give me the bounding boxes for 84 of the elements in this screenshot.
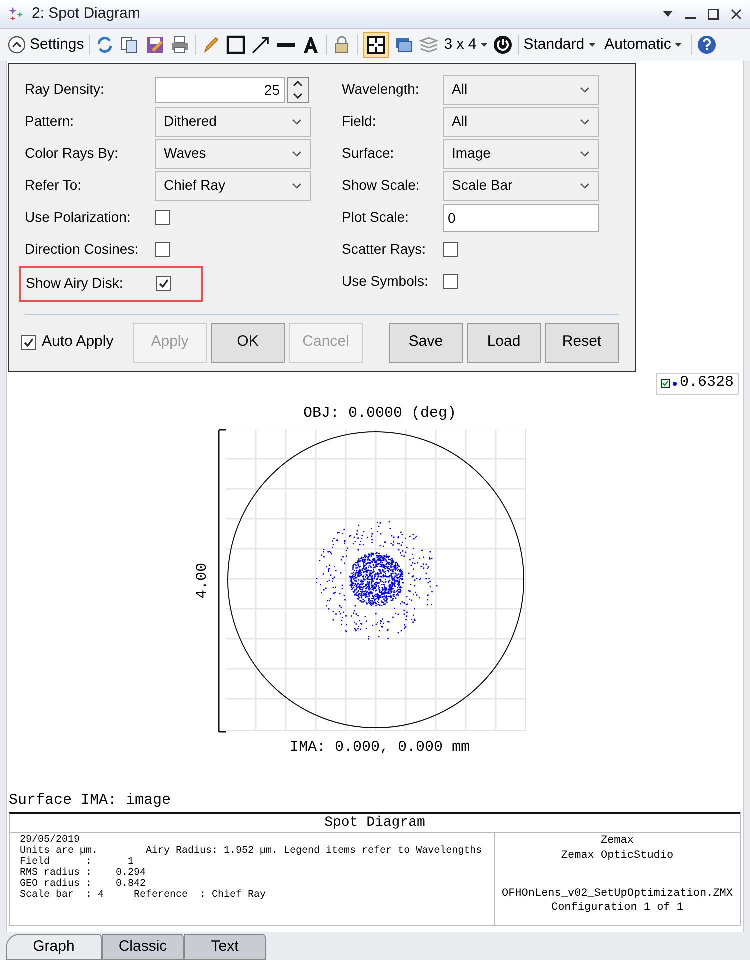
info-line: 29/05/2019 [20,835,82,846]
chevron-down-icon [580,118,590,124]
help-icon[interactable] [697,34,718,55]
dropdown[interactable]: Chief Ray [155,170,311,200]
dialog-button[interactable]: Reset [545,322,619,362]
caret-icon [675,42,682,47]
dropdown[interactable]: All [443,106,599,136]
field-label: Field: [342,112,378,131]
close-icon[interactable] [731,8,742,20]
checkbox-label: Auto Apply [42,332,114,352]
dropdown[interactable]: Image [443,138,599,168]
field-label: Show Airy Disk: [26,274,124,293]
company-text: Zemax OpticStudio [561,849,674,863]
info-title: Spot Diagram [10,814,740,833]
plot-title: OBJ: 0.0000 (deg) [303,404,457,424]
file-info-text: Configuration 1 of 1 [551,901,684,915]
checkbox[interactable] [156,276,171,291]
dialog-button[interactable]: Save [389,322,463,362]
tab[interactable]: Classic [102,934,184,960]
legend-marker-icon [660,379,670,388]
info-line: Field : 1 [20,857,136,868]
field-label: Ray Density: [25,80,106,99]
collapse-icon [8,36,26,54]
field-label: Show Scale: [342,176,421,195]
info-line: Scale bar : 4 Reference : Chief Ray [20,890,268,901]
settings-button[interactable]: Settings [8,34,84,56]
arrow-icon[interactable] [251,34,272,55]
ray-density-field[interactable]: 25 [155,76,285,102]
chevron-down-icon [580,150,590,156]
dialog-button[interactable]: OK [211,322,285,362]
layers-icon[interactable] [419,34,440,55]
checkbox[interactable] [155,242,170,257]
grid-layout-icon[interactable] [363,32,390,58]
chevron-down-icon [580,86,590,92]
copy-icon[interactable] [120,34,140,55]
dialog-button[interactable]: Load [467,322,541,362]
chevron-down-icon [292,150,302,156]
chevron-down-icon [292,182,302,188]
field-label: Scatter Rays: [342,240,428,259]
sparkle-icon [8,6,24,22]
info-line: GEO radius : 0.842 [20,879,146,890]
spinner-control[interactable] [287,76,309,102]
print-icon[interactable] [170,34,190,55]
toolbar-menu[interactable]: Standard [524,34,596,56]
toolbar-menu[interactable]: Automatic [604,34,682,56]
chevron-down-icon [580,182,590,188]
field-label: Wavelength: [342,80,420,99]
checkbox[interactable] [155,210,170,225]
save-image-icon[interactable] [145,34,166,55]
field-label: Surface: [342,144,396,163]
file-info-text: OFHOnLens_v02_SetUpOptimization.ZMX [502,887,734,901]
field-label: Use Polarization: [25,208,132,227]
chevron-down-icon [292,118,302,124]
checkbox[interactable] [443,274,458,289]
plot-scale-field[interactable]: 0 [443,204,599,232]
field-label: Pattern: [25,112,76,131]
field-label: Use Symbols: [342,272,430,291]
dropdown[interactable]: Dithered [155,106,311,136]
maximize-icon[interactable] [708,8,719,20]
window-title: 2: Spot Diagram [32,4,140,24]
image-label: IMA: 0.000, 0.000 mm [290,738,470,758]
dropdown-icon[interactable] [663,11,673,18]
dropdown[interactable]: Waves [155,138,311,168]
power-icon[interactable] [492,34,513,55]
dropdown[interactable]: Scale Bar [443,170,599,200]
legend-label: 0.6328 [680,373,734,394]
tab[interactable]: Graph [6,934,102,960]
surface-label: Surface IMA: image [9,790,172,810]
info-line: Units are µm. Airy Radius: 1.952 µm. Legend items refer to Wavelengths [20,846,484,857]
scale-label: 4.00 [194,562,212,599]
field-label: Plot Scale: [342,208,410,227]
rectangle-icon[interactable] [226,34,246,55]
auto-apply-checkbox[interactable] [21,335,36,350]
caret-icon [480,42,488,47]
checkbox[interactable] [443,242,458,257]
caret-icon [588,42,596,47]
company-text: Zemax [600,834,634,848]
field-label: Refer To: [25,176,83,195]
dropdown[interactable]: All [443,74,599,104]
field-label: Direction Cosines: [25,240,140,259]
info-line: RMS radius : 0.294 [20,868,148,879]
tab[interactable]: Text [184,934,266,960]
layout-dropdown[interactable]: 3 x 4 [444,34,488,56]
field-label: Color Rays By: [25,144,120,163]
